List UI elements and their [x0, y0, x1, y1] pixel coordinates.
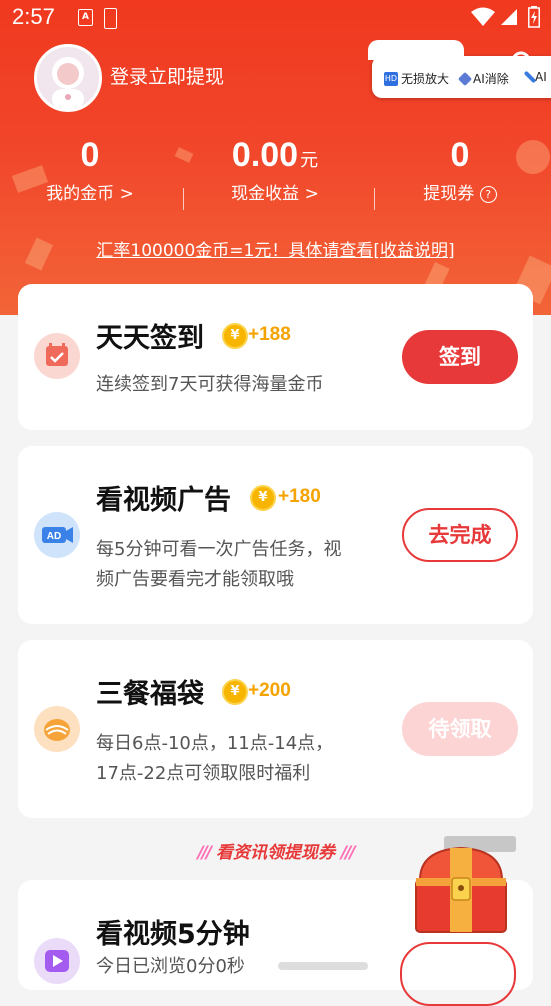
tool-label: 无损放大	[401, 72, 450, 86]
cash-label: 现金收益 >	[231, 184, 319, 204]
task-desc-line: 每日6点-10点，11点-14点，	[96, 733, 334, 754]
section-title-text: 看资讯领提现券	[216, 843, 335, 863]
task-desc-line: 频广告要看完才能领取哦	[96, 569, 294, 590]
cash-value: 0.00 元	[200, 136, 350, 175]
task-desc: 今日已浏览0分0秒	[96, 956, 245, 977]
slash-decoration: ///	[197, 843, 212, 863]
task-title: 三餐福袋	[96, 679, 204, 710]
checkin-button[interactable]: 签到	[402, 330, 518, 384]
watch-video-button[interactable]	[400, 942, 516, 1006]
tool-ai-erase[interactable]: AI消除	[457, 70, 509, 87]
task-card-meal-bag: 三餐福袋 ¥ +200 每日6点-10点，11点-14点， 17点-22点可领取…	[18, 640, 533, 818]
voucher-label: 提现券	[423, 184, 475, 204]
battery-icon	[528, 6, 540, 28]
task-bonus: +180	[278, 486, 321, 507]
task-title: 看视频广告	[96, 485, 231, 516]
coin-icon: ¥	[250, 485, 276, 511]
coins-label: 我的金币 >	[46, 184, 134, 204]
stat-divider	[183, 188, 184, 210]
tools-tab	[368, 40, 464, 60]
pending-claim-button[interactable]: 待领取	[402, 702, 518, 756]
cash-amount: 0.00	[231, 136, 299, 174]
task-card-checkin: 天天签到 ¥ +188 连续签到7天可获得海量金币 签到	[18, 284, 533, 430]
task-desc: 连续签到7天可获得海量金币	[96, 374, 324, 395]
cash-stat[interactable]: 0.00 元 现金收益 >	[200, 136, 350, 204]
svg-text:AD: AD	[47, 531, 61, 542]
coin-icon: ¥	[222, 679, 248, 705]
cash-unit: 元	[300, 150, 319, 170]
task-desc-line: 17点-22点可领取限时福利	[96, 763, 311, 784]
signal-icon	[501, 9, 517, 25]
login-withdraw-link[interactable]: 登录立即提现	[110, 62, 224, 89]
play-video-icon	[34, 938, 80, 984]
status-time: 2:57	[12, 4, 55, 29]
task-bonus: +188	[248, 324, 291, 345]
coins-stat[interactable]: 0 我的金币 >	[30, 136, 150, 204]
eraser-icon	[457, 71, 473, 86]
tool-label: AI	[535, 70, 547, 84]
task-title: 天天签到	[96, 323, 204, 354]
scroll-indicator	[278, 962, 368, 970]
voucher-label-row: 提现券 ?	[398, 179, 522, 204]
task-desc-line: 每5分钟可看一次广告任务，视	[96, 539, 342, 560]
task-title: 看视频5分钟	[96, 919, 250, 950]
coins-value: 0	[80, 136, 100, 174]
tool-lossless-zoom[interactable]: HD 无损放大	[384, 70, 449, 87]
voucher-value: 0	[450, 136, 470, 174]
notification-a-icon: A	[78, 9, 93, 26]
status-bar: 2:57 A	[0, 0, 551, 36]
avatar[interactable]	[34, 44, 102, 112]
slash-decoration: ///	[340, 843, 356, 863]
task-desc: 每日6点-10点，11点-14点， 17点-22点可领取限时福利	[96, 729, 333, 789]
complete-button[interactable]: 去完成	[402, 508, 518, 562]
task-desc: 每5分钟可看一次广告任务，视 频广告要看完才能领取哦	[96, 535, 341, 595]
settings-gear-icon[interactable]	[510, 50, 532, 64]
stat-divider	[374, 188, 375, 210]
astronaut-avatar-icon	[52, 57, 84, 109]
battery-saver-icon	[104, 8, 117, 29]
wifi-icon	[471, 7, 495, 26]
meal-bowl-icon	[34, 706, 80, 752]
ad-video-icon: AD	[34, 512, 80, 558]
coin-icon: ¥	[222, 323, 248, 349]
help-question-icon[interactable]: ?	[479, 185, 497, 203]
hd-icon: HD	[384, 71, 398, 86]
task-bonus: +200	[248, 680, 291, 701]
voucher-stat[interactable]: 0 提现券 ?	[398, 136, 522, 204]
tool-ai-brush[interactable]: AI	[523, 70, 547, 84]
treasure-chest-icon[interactable]	[406, 836, 516, 936]
task-card-video-ad: AD 看视频广告 ¥ +180 每5分钟可看一次广告任务，视 频广告要看完才能领…	[18, 446, 533, 624]
exchange-rate-link[interactable]: 汇率100000金币=1元！具体请查看[收益说明]	[0, 236, 551, 261]
tool-label: AI消除	[473, 72, 509, 86]
confetti-decoration	[174, 147, 194, 163]
calendar-check-icon	[34, 333, 80, 379]
